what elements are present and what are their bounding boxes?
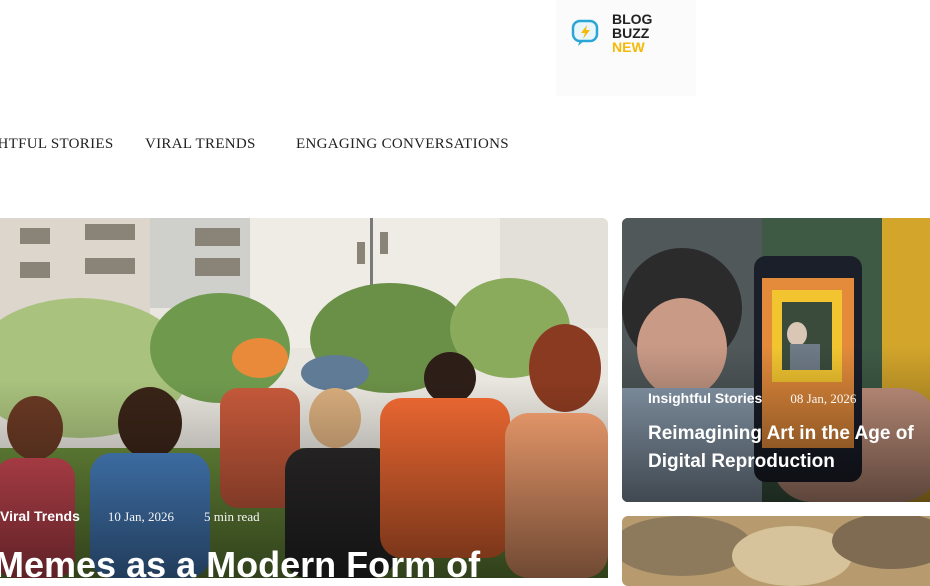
side-article-card-2[interactable] — [622, 516, 930, 586]
hero-article-card[interactable]: Viral Trends 10 Jan, 2026 5 min read Memes… — [0, 218, 608, 578]
speech-bubble-bolt-icon — [571, 19, 599, 46]
hero-title[interactable]: Memes as a Modern Form of — [0, 544, 480, 578]
logo-line-3: NEW — [612, 39, 645, 55]
side-category[interactable]: Insightful Stories — [648, 390, 762, 406]
hero-read-time: 5 min read — [204, 509, 260, 524]
side-article-image-2 — [622, 516, 930, 586]
logo-line-2: BUZZ — [612, 25, 650, 41]
nav-item-engaging-conversations[interactable]: ENGAGING CONVERSATIONS — [296, 136, 509, 153]
logo-line-1: BLOG — [612, 11, 653, 27]
nav-item-viral-trends[interactable]: VIRAL TRENDS — [145, 136, 256, 153]
side-meta: Insightful Stories 08 Jan, 2026 — [648, 390, 856, 408]
hero-category[interactable]: Viral Trends — [0, 508, 80, 524]
side-date: 08 Jan, 2026 — [790, 391, 857, 406]
hero-date: 10 Jan, 2026 — [107, 509, 174, 524]
side-article-card[interactable]: Insightful Stories 08 Jan, 2026 Reimagini… — [622, 218, 930, 502]
nav-item-insightful-stories[interactable]: INSIGHTFUL STORIES — [0, 136, 114, 153]
side-title[interactable]: Reimagining Art in the Age of Digital Re… — [648, 420, 928, 476]
logo-text: BLOG BUZZ NEW — [612, 12, 652, 54]
hero-meta: Viral Trends 10 Jan, 2026 5 min read — [0, 508, 260, 526]
site-logo[interactable]: BLOG BUZZ NEW — [556, 0, 696, 96]
